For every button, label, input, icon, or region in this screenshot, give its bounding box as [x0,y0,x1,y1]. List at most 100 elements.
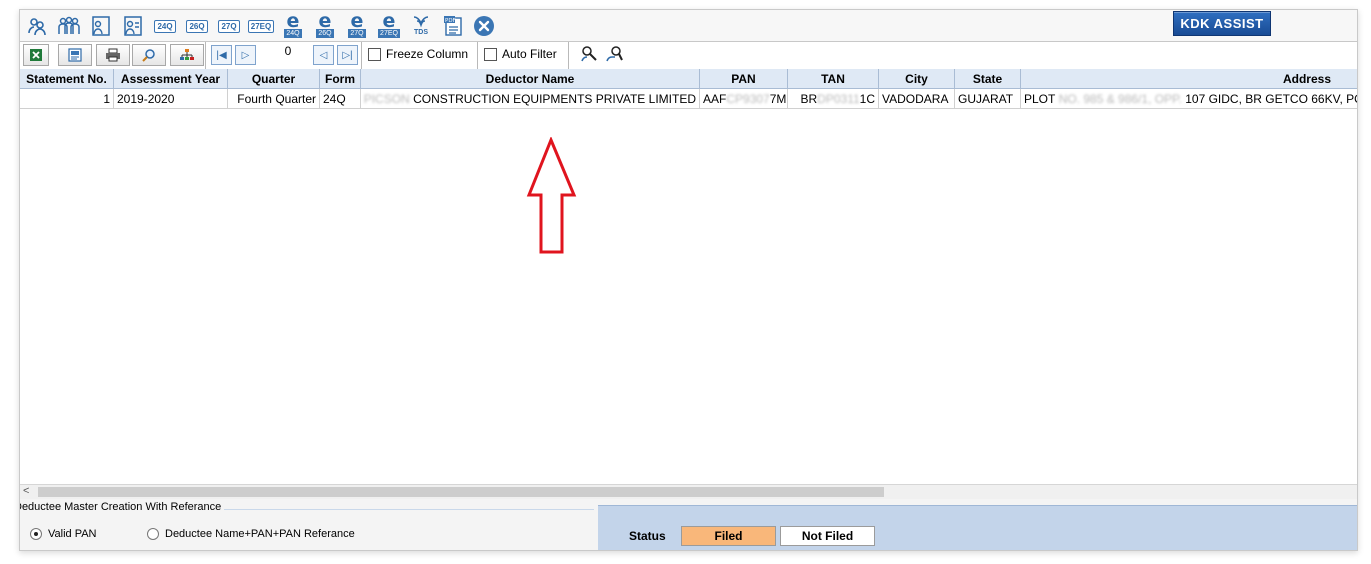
status-label: Status [629,529,666,543]
status-panel: Status Filed Not Filed [598,505,1357,550]
kdk-assist-button[interactable]: KDK ASSIST [1173,11,1271,36]
cell-pan: AAF CP9307 7M [700,89,788,108]
masked-text: NO. 985 & 986/1, OPP. [1058,91,1182,106]
form-27q-icon[interactable]: 27Q [216,13,242,39]
header-city[interactable]: City [879,69,955,88]
search-user-icon[interactable] [606,45,624,68]
form-27eq-label: 27EQ [247,19,275,33]
filed-button[interactable]: Filed [681,526,776,546]
header-quarter[interactable]: Quarter [228,69,320,88]
group-legend: Deductee Master Creation With Referance [20,501,225,513]
person-list-icon[interactable] [120,13,146,39]
form-24q-icon[interactable]: 24Q [152,13,178,39]
cell-state: GUJARAT [955,89,1021,108]
page-number: 0 [284,44,292,58]
cell-statement-no: 1 [20,89,114,108]
form-24q-label: 24Q [154,19,176,33]
toolbar-separator [205,42,206,69]
eform-24q-icon[interactable]: e 24Q [280,12,306,39]
deductor-name-text: CONSTRUCTION EQUIPMENTS PRIVATE LIMITED [413,91,696,106]
cell-assessment-year: 2019-2020 [114,89,228,108]
auto-filter-checkbox[interactable]: Auto Filter [484,47,557,61]
cell-tan: BR DP0311 1C [788,89,879,108]
scrollbar-thumb[interactable] [38,487,884,497]
pan-end: 7M [769,91,787,106]
print-button[interactable] [96,44,130,66]
first-record-button[interactable]: |◀ [211,45,232,65]
eform-27q-label: 27Q [348,29,366,38]
address-start: PLOT [1024,91,1056,106]
toolbar-separator [568,42,569,69]
pdf-icon[interactable]: PDF [440,13,466,39]
cell-deductor-name: PICSON CONSTRUCTION EQUIPMENTS PRIVATE L… [361,89,700,108]
annotation-arrow-icon [526,137,577,254]
header-state[interactable]: State [955,69,1021,88]
header-tan[interactable]: TAN [788,69,879,88]
preview-button[interactable] [132,44,166,66]
kdk-export-button[interactable] [58,44,92,66]
find-user-icon[interactable] [581,45,599,68]
masked-text: CP9307 [726,91,770,106]
previous-record-button[interactable]: ◁ [313,45,334,65]
hierarchy-button[interactable] [170,44,204,66]
form-27eq-icon[interactable]: 27EQ [247,13,275,39]
eform-27eq-label: 27EQ [378,29,400,38]
cell-form: 24Q [320,89,361,108]
freeze-column-checkbox[interactable]: Freeze Column [368,47,468,61]
person-form-icon[interactable] [88,13,114,39]
eform-27eq-icon[interactable]: e 27EQ [376,12,402,39]
last-icon: ▷| [342,49,353,61]
cell-address: PLOT NO. 985 & 986/1, OPP. 107 GIDC, BR … [1021,89,1357,108]
toolbar-separator [361,42,362,69]
horizontal-scrollbar[interactable]: < [20,484,1357,499]
scroll-left-icon[interactable]: < [23,485,29,497]
header-deductor-name[interactable]: Deductor Name [361,69,700,88]
table-row[interactable]: 1 2019-2020 Fourth Quarter 24Q PICSON CO… [20,89,1357,109]
close-icon[interactable] [471,13,497,39]
auto-filter-label: Auto Filter [502,47,557,61]
excel-export-button[interactable] [23,44,49,66]
header-assessment-year[interactable]: Assessment Year [114,69,228,88]
masked-text: DP0311 [817,91,860,106]
last-record-button[interactable]: ▷| [337,45,358,65]
grid-header: Statement No. Assessment Year Quarter Fo… [20,69,1357,89]
document-icon [68,48,82,62]
next-record-button[interactable]: ▷ [235,45,256,65]
form-26q-label: 26Q [186,19,208,33]
header-statement-no[interactable]: Statement No. [20,69,114,88]
not-filed-button[interactable]: Not Filed [780,526,875,546]
pdf-label: PDF [445,18,456,24]
eform-26q-label: 26Q [316,29,334,38]
excel-icon [30,49,42,61]
eform-27q-icon[interactable]: e 27Q [344,12,370,39]
statements-grid: Statement No. Assessment Year Quarter Fo… [20,69,1357,484]
play-icon: ▷ [241,49,250,61]
deductor-icon[interactable] [24,13,50,39]
deductee-master-group: Deductee Master Creation With Referance … [20,501,594,550]
deductee-name-pan-radio[interactable]: Deductee Name+PAN+PAN Referance [147,528,355,540]
form-27q-label: 27Q [218,19,240,33]
first-icon: |◀ [216,49,227,61]
header-pan[interactable]: PAN [700,69,788,88]
masked-text: PICSON [363,91,410,106]
tan-end: 1C [859,91,875,106]
hierarchy-icon [180,49,194,60]
app-window: 24Q 26Q 27Q 27EQ e 24Q e 26Q e 27Q e 27EQ TD… [19,9,1358,551]
deductees-icon[interactable] [56,13,82,39]
valid-pan-radio[interactable]: Valid PAN [30,528,97,540]
freeze-column-label: Freeze Column [386,47,469,61]
eform-26q-icon[interactable]: e 26Q [312,12,338,39]
tan-start: BR [800,91,818,106]
magnifier-icon [142,49,155,62]
grid-toolbar: |◀ ▷ 0 ◁ ▷| Freeze Column Auto Filter [20,41,1357,70]
address-end: 107 GIDC, BR GETCO 66KV, PO [1185,91,1357,106]
toolbar-separator [477,42,478,69]
printer-icon [106,48,120,62]
main-toolbar: 24Q 26Q 27Q 27EQ e 24Q e 26Q e 27Q e 27EQ TD… [20,10,1357,41]
tds-icon[interactable]: TDS [408,13,434,39]
header-form[interactable]: Form [320,69,361,88]
bottom-panel: Deductee Master Creation With Referance … [20,500,1357,550]
header-address[interactable]: Address [1021,69,1357,88]
eform-24q-label: 24Q [284,29,302,38]
form-26q-icon[interactable]: 26Q [184,13,210,39]
